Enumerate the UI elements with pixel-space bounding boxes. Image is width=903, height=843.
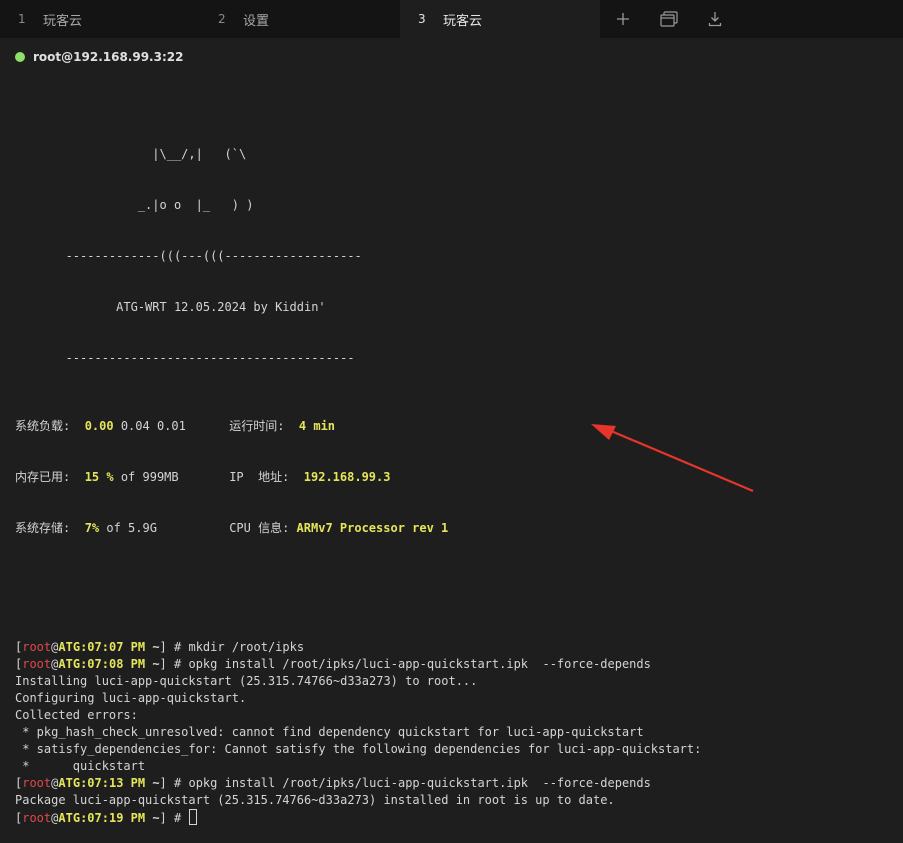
- tab-1[interactable]: 1 玩客云: [0, 0, 200, 38]
- uptime-value: 4 min: [298, 419, 336, 433]
- output-line: Installing luci-app-quickstart (25.315.7…: [15, 674, 478, 688]
- split-window-icon: [660, 11, 678, 27]
- terminal-cursor: [189, 809, 198, 825]
- tab-label: 玩客云: [443, 13, 483, 29]
- prompt-host: ATG: [58, 640, 81, 654]
- prompt-at: @: [51, 811, 59, 825]
- output-line: Package luci-app-quickstart (25.315.7476…: [15, 793, 615, 807]
- prompt-symbol: #: [166, 811, 189, 825]
- banner-separator: ----------------------------------------: [15, 351, 355, 365]
- command-text: mkdir /root/ipks: [188, 640, 305, 654]
- load-label: 系统负载:: [15, 419, 71, 433]
- output-line: * pkg_hash_check_unresolved: cannot find…: [15, 725, 644, 739]
- prompt-bracket: ]: [159, 811, 167, 825]
- tab-actions: [600, 0, 738, 38]
- prompt-colon: :: [80, 811, 88, 825]
- prompt-user: root: [22, 640, 52, 654]
- prompt-user: root: [22, 657, 52, 671]
- banner-title: ATG-WRT 12.05.2024 by Kiddin': [15, 300, 326, 314]
- tab-number: 2: [218, 12, 226, 26]
- disk-value: 7%: [84, 521, 100, 535]
- terminal-output[interactable]: |\__/,| (`\ _.|o o |_ ) ) -------------(…: [15, 112, 895, 843]
- sysinfo-row: 内存已用: 15 % of 999MB IP 地址: 192.168.99.3: [15, 469, 895, 486]
- tab-2[interactable]: 2 设置: [200, 0, 400, 38]
- output-line: * satisfy_dependencies_for: Cannot satis…: [15, 742, 702, 756]
- prompt-symbol: #: [166, 776, 189, 790]
- mem-rest: of 999MB: [113, 470, 179, 484]
- prompt-bracket: ]: [159, 657, 167, 671]
- prompt-line: [root@ATG:07:19 PM ~] #: [15, 809, 895, 826]
- load-value: 0.00: [84, 419, 114, 433]
- prompt-time: 07:08 PM: [87, 657, 146, 671]
- mem-label: 内存已用:: [15, 470, 71, 484]
- output-line: Configuring luci-app-quickstart.: [15, 691, 247, 705]
- plus-icon: [617, 13, 629, 25]
- prompt-bracket: ]: [159, 776, 167, 790]
- prompt-dir: ~: [145, 776, 160, 790]
- cpu-value: ARMv7 Processor rev 1: [296, 521, 449, 535]
- command-text: opkg install /root/ipks/luci-app-quickst…: [188, 657, 651, 671]
- tab-number: 3: [418, 12, 426, 26]
- tab-3[interactable]: 3 玩客云: [400, 0, 600, 38]
- prompt-line: [root@ATG:07:08 PM ~] # opkg install /ro…: [15, 656, 895, 673]
- sysinfo-row: 系统负载: 0.00 0.04 0.01 运行时间: 4 min: [15, 418, 895, 435]
- banner-art-line: _.|o o |_ ) ): [15, 198, 254, 212]
- prompt-line: [root@ATG:07:07 PM ~] # mkdir /root/ipks: [15, 639, 895, 656]
- prompt-host: ATG: [58, 776, 81, 790]
- download-button[interactable]: [692, 0, 738, 38]
- prompt-host: ATG: [58, 811, 81, 825]
- mem-value: 15 %: [84, 470, 114, 484]
- command-log: [root@ATG:07:07 PM ~] # mkdir /root/ipks…: [15, 639, 895, 826]
- session-header: root@192.168.99.3:22: [15, 50, 183, 64]
- prompt-time: 07:19 PM: [87, 811, 146, 825]
- session-host: root@192.168.99.3:22: [33, 50, 184, 64]
- banner-art-line: |\__/,| (`\: [15, 147, 247, 161]
- prompt-dir: ~: [145, 811, 160, 825]
- sysinfo-row: 系统存储: 7% of 5.9G CPU 信息: ARMv7 Processor…: [15, 520, 895, 537]
- new-tab-button[interactable]: [600, 0, 646, 38]
- prompt-bracket: ]: [159, 640, 167, 654]
- connection-status-icon: [15, 52, 25, 62]
- disk-label: 系统存储:: [15, 521, 71, 535]
- prompt-time: 07:07 PM: [87, 640, 146, 654]
- prompt-user: root: [22, 776, 52, 790]
- command-text: opkg install /root/ipks/luci-app-quickst…: [188, 776, 651, 790]
- tab-label: 设置: [243, 13, 270, 29]
- cpu-label: CPU 信息:: [229, 521, 290, 535]
- prompt-symbol: #: [166, 657, 189, 671]
- split-window-button[interactable]: [646, 0, 692, 38]
- banner-art-line: -------------(((---(((------------------…: [15, 249, 362, 263]
- tab-bar: 1 玩客云 2 设置 3 玩客云: [0, 0, 903, 38]
- disk-rest: of 5.9G: [99, 521, 157, 535]
- prompt-bracket: [: [15, 811, 23, 825]
- prompt-symbol: #: [166, 640, 189, 654]
- prompt-dir: ~: [145, 657, 160, 671]
- uptime-label: 运行时间:: [229, 419, 285, 433]
- output-line: * quickstart: [15, 759, 146, 773]
- output-line: Collected errors:: [15, 708, 138, 722]
- load-rest: 0.04 0.01: [113, 419, 186, 433]
- prompt-user: root: [22, 811, 52, 825]
- prompt-dir: ~: [145, 640, 160, 654]
- prompt-time: 07:13 PM: [87, 776, 146, 790]
- download-icon: [708, 12, 722, 27]
- ip-value: 192.168.99.3: [303, 470, 391, 484]
- tab-number: 1: [18, 12, 26, 26]
- ip-label: IP 地址:: [229, 470, 290, 484]
- tab-label: 玩客云: [43, 13, 83, 29]
- prompt-host: ATG: [58, 657, 81, 671]
